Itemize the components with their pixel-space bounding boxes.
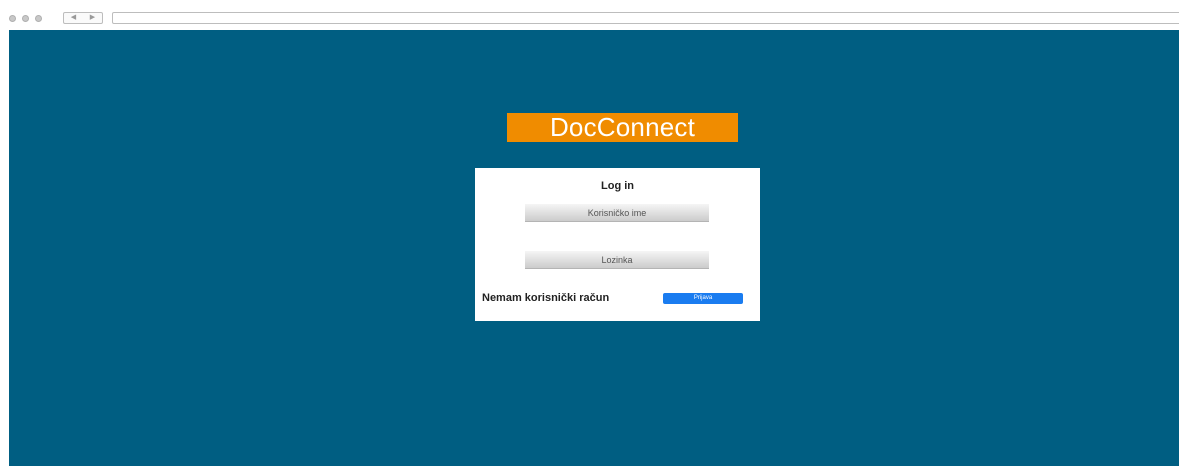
login-title: Log in: [601, 180, 634, 192]
address-bar[interactable]: [112, 12, 1179, 24]
page-content: DocConnect Log in Nemam korisnički račun…: [9, 30, 1179, 466]
browser-toolbar: ◀ ▶: [0, 0, 1179, 30]
no-account-link[interactable]: Nemam korisnički račun: [482, 292, 609, 304]
login-button[interactable]: Prijava: [663, 293, 743, 304]
back-arrow-icon[interactable]: ◀: [71, 13, 76, 23]
forward-arrow-icon[interactable]: ▶: [90, 13, 95, 23]
login-card: Log in Nemam korisnički račun Prijava: [475, 168, 760, 321]
close-window-dot[interactable]: [9, 15, 16, 22]
minimize-window-dot[interactable]: [22, 15, 29, 22]
zoom-window-dot[interactable]: [35, 15, 42, 22]
browser-window: ◀ ▶ DocConnect Log in Nemam korisnički r…: [0, 0, 1179, 466]
docconnect-logo: DocConnect: [507, 113, 738, 142]
password-input[interactable]: [525, 251, 709, 269]
username-input[interactable]: [525, 204, 709, 222]
window-controls: [9, 15, 42, 22]
nav-buttons: ◀ ▶: [63, 12, 103, 24]
